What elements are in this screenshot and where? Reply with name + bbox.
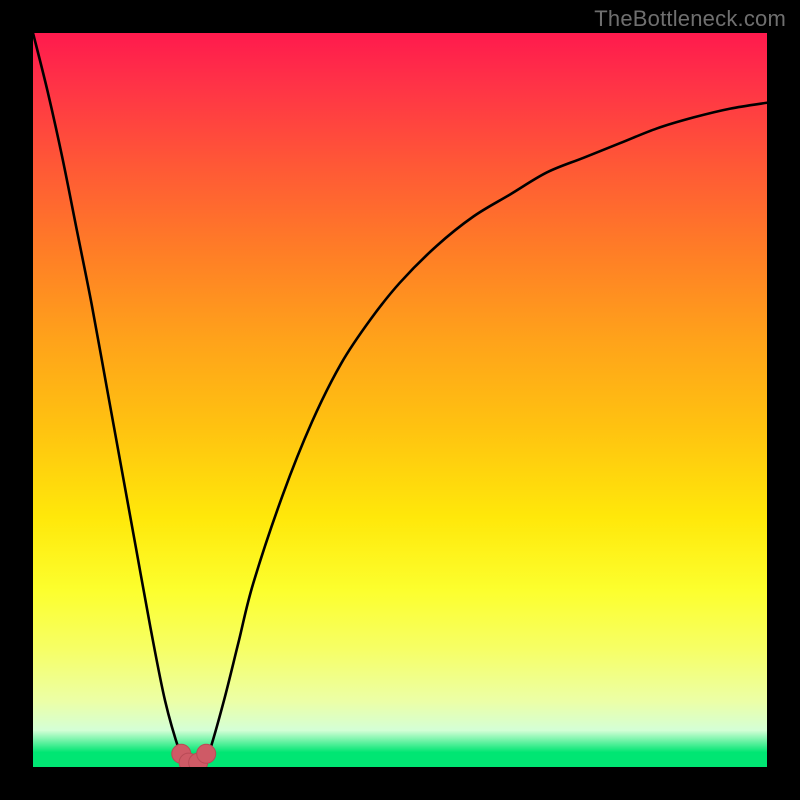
- watermark-text: TheBottleneck.com: [594, 6, 786, 32]
- bottleneck-curve: [33, 33, 767, 767]
- curve-markers: [172, 744, 216, 767]
- curve-svg: [33, 33, 767, 767]
- curve-marker: [197, 744, 216, 763]
- plot-area: [33, 33, 767, 767]
- chart-frame: TheBottleneck.com: [0, 0, 800, 800]
